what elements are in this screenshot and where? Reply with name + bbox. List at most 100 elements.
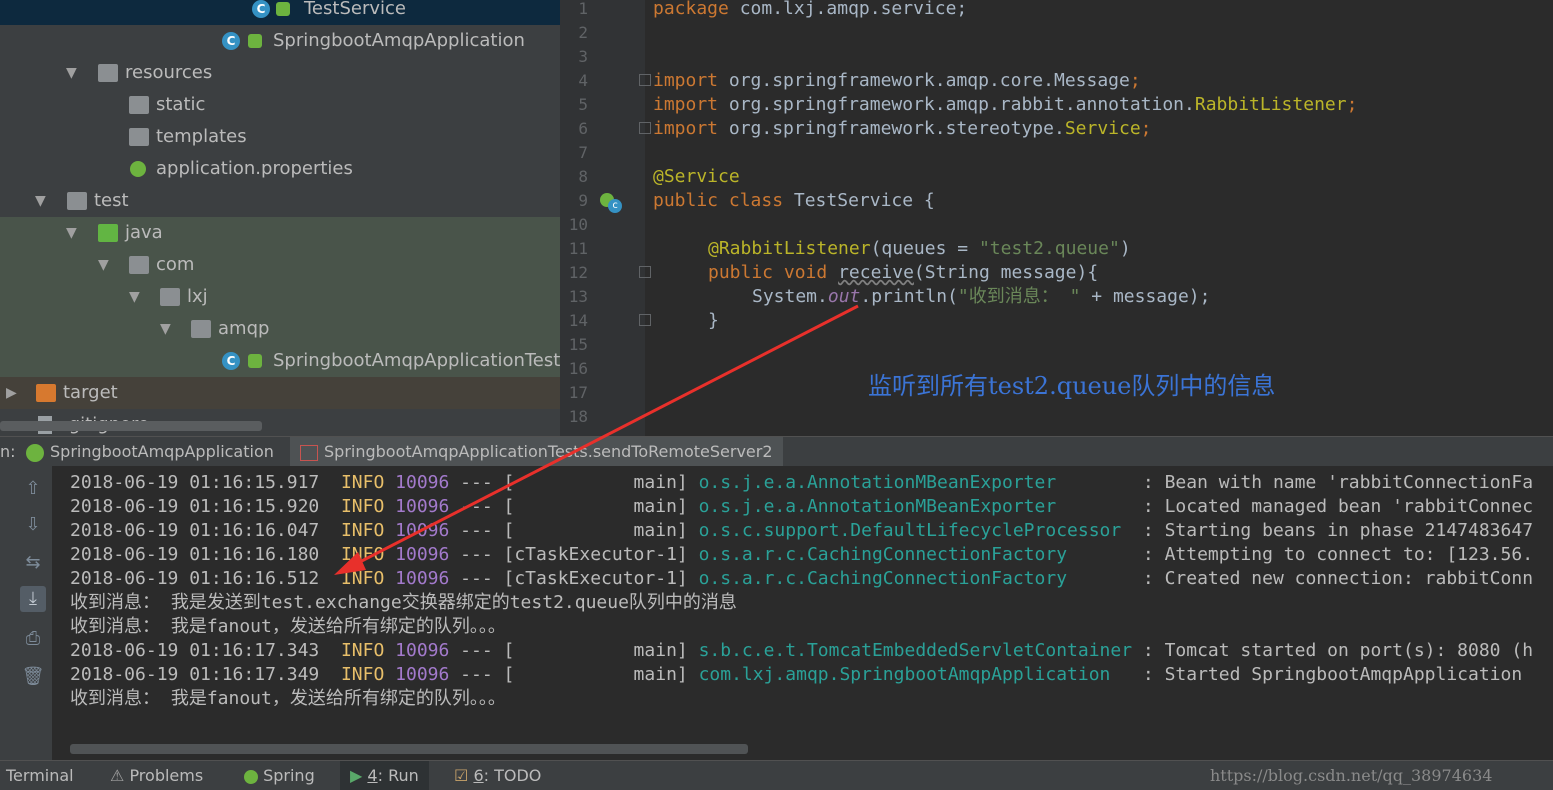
spring-bean-icon [248,34,262,48]
tree-item-label: resources [125,62,213,83]
line-number: 2 [578,23,588,42]
folder-icon [129,128,149,146]
code-text: ) [1119,238,1131,259]
tree-item-test[interactable]: ▼ test [0,185,560,217]
console-output[interactable]: 2018-06-19 01:16:15.917 INFO 10096 --- [… [52,466,1553,760]
keyword: public class [653,190,784,211]
log-timestamp: 2018-06-19 01:16:17.349 [70,664,320,685]
keyword: import [653,70,719,91]
line-number: 4 [578,71,588,90]
log-line: 2018-06-19 01:16:17.343 INFO 10096 --- [… [70,639,1533,663]
run-tabs-bar: n: SpringbootAmqpApplication SpringbootA… [0,436,1553,467]
code-text: (queues = [870,238,979,259]
folder-icon [67,192,87,210]
arrow-down-icon[interactable]: ⇩ [20,512,46,538]
tree-item-templates[interactable]: templates [0,121,560,153]
tree-item-com[interactable]: ▼ com [0,249,560,281]
spring-bean-gutter-icon[interactable]: c [600,193,622,213]
spring-properties-icon [130,161,146,177]
fold-marker-icon[interactable] [639,122,651,134]
tree-item-resources[interactable]: ▼ resources [0,57,560,89]
log-message: : Located managed bean 'rabbitConnec [1132,496,1534,517]
tree-item-label: application.properties [156,158,353,179]
fold-marker-icon[interactable] [639,266,651,278]
tree-item-label: java [125,222,163,243]
test-source-folder-icon [98,224,118,242]
chevron-down-icon[interactable]: ▼ [66,217,77,249]
chevron-down-icon[interactable]: ▼ [98,249,109,281]
chevron-right-icon[interactable]: ▶ [6,377,17,409]
log-thread: --- [ main] [449,496,699,517]
chevron-down-icon[interactable]: ▼ [66,57,77,89]
console-horizontal-scrollbar[interactable] [70,744,748,754]
tree-item-springboot-amqp-application[interactable]: C SpringbootAmqpApplication [0,25,560,57]
run-tab-springboot-amqp-application[interactable]: SpringbootAmqpApplication [26,437,292,467]
todo-tab[interactable]: ☑ 6: TODO [454,761,541,790]
keyword: import [653,118,719,139]
code-text: org.springframework.amqp.core. [718,70,1054,91]
code-text: org.springframework.stereotype. [718,118,1065,139]
line-number: 15 [568,335,588,354]
tree-horizontal-scrollbar[interactable] [0,421,262,431]
scroll-to-end-icon[interactable]: ⤓ [20,586,46,612]
line-number: 10 [568,215,588,234]
code-text: .println( [860,286,958,307]
tree-item-static[interactable]: static [0,89,560,121]
tree-item-label: SpringbootAmqpApplication [273,30,525,51]
code-text: (String message){ [913,262,1099,283]
tool-window-bar: Terminal ⚠ Problems Spring ▶ 4: Run ☑ 6:… [0,760,1553,790]
log-message: : Bean with name 'rabbitConnectionFa [1132,472,1534,493]
log-thread: --- [cTaskExecutor-1] [449,568,699,589]
soft-wrap-icon[interactable]: ⇆ [20,550,46,576]
spring-label: Spring [263,766,315,785]
code-editor[interactable]: 1 2 3 4 5 6 7 8 9 10 11 12 13 14 15 16 1… [560,0,1553,436]
log-pid: 10096 [395,496,450,517]
tree-item-label: com [156,254,195,275]
run-tab[interactable]: ▶ 4: Run [340,761,429,790]
editor-gutter: 1 2 3 4 5 6 7 8 9 10 11 12 13 14 15 16 1… [560,0,651,436]
tree-item-java[interactable]: ▼ java [0,217,560,249]
log-thread: --- [ main] [449,664,699,685]
terminal-tab[interactable]: Terminal [6,761,74,790]
log-line: 2018-06-19 01:16:16.047 INFO 10096 --- [… [70,519,1533,543]
chevron-down-icon[interactable]: ▼ [160,313,171,345]
log-timestamp: 2018-06-19 01:16:16.512 [70,568,320,589]
package-icon [160,288,180,306]
tree-item-springboot-amqp-application-tests[interactable]: C SpringbootAmqpApplicationTest [0,345,560,377]
log-timestamp: 2018-06-19 01:16:16.047 [70,520,320,541]
tree-item-label: TestService [304,0,406,19]
trash-icon[interactable]: 🗑 [20,664,46,690]
log-pid: 10096 [395,472,450,493]
line-number: 8 [578,167,588,186]
run-tab-label: SpringbootAmqpApplicationTests.sendToRem… [324,442,773,461]
log-timestamp: 2018-06-19 01:16:16.180 [70,544,320,565]
print-icon[interactable]: ⎙ [20,626,46,652]
tree-item-target[interactable]: ▶ target [0,377,560,409]
code-text: Service [1064,118,1141,139]
log-pid: 10096 [395,544,450,565]
spring-bean-icon [276,2,290,16]
chevron-down-icon[interactable]: ▼ [35,185,46,217]
keyword: public void [708,262,828,283]
log-level: INFO [340,568,385,589]
terminal-label: Terminal [6,766,74,785]
fold-marker-icon[interactable] [639,314,651,326]
tree-item-test-service[interactable]: C TestService [0,0,560,25]
arrow-up-icon[interactable]: ⇧ [20,476,46,502]
string-literal: "test2.queue" [978,238,1120,259]
fold-marker-icon[interactable] [639,74,651,86]
log-pid: 10096 [395,640,450,661]
log-logger: o.s.j.e.a.AnnotationMBeanExporter [698,496,1133,517]
tree-item-amqp[interactable]: ▼ amqp [0,313,560,345]
run-tab-tests[interactable]: SpringbootAmqpApplicationTests.sendToRem… [290,437,783,467]
excluded-folder-icon [36,384,56,402]
resources-folder-icon [98,64,118,82]
chevron-down-icon[interactable]: ▼ [129,281,140,313]
tree-item-application-properties[interactable]: application.properties [0,153,560,185]
problems-tab[interactable]: ⚠ Problems [110,761,203,790]
tree-item-lxj[interactable]: ▼ lxj [0,281,560,313]
log-line: 2018-06-19 01:16:16.512 INFO 10096 --- [… [70,567,1533,591]
code-line-9: public class TestService { [653,189,935,213]
class-icon: C [252,0,270,18]
spring-tab[interactable]: Spring [244,761,315,790]
